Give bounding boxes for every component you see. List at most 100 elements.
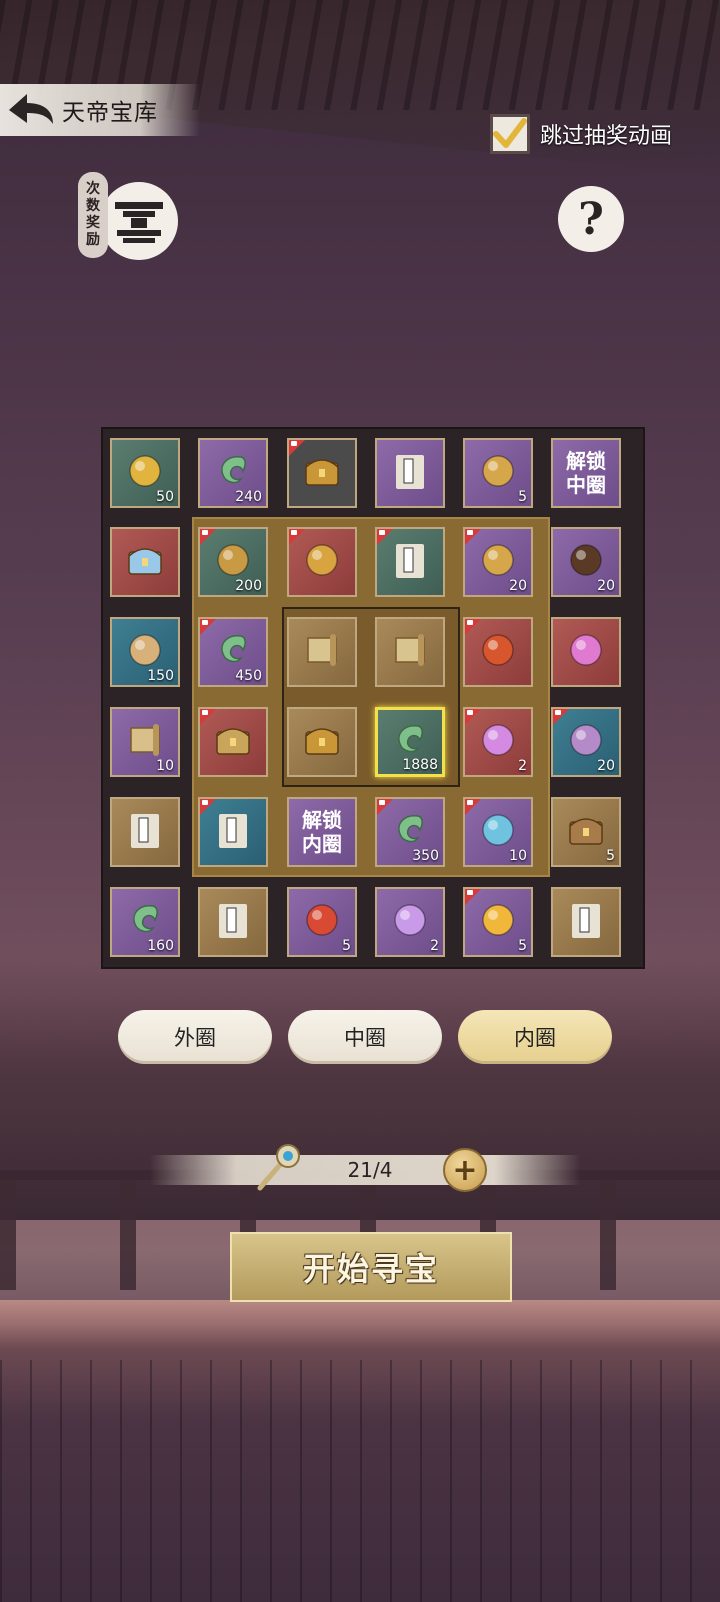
item-count: 5 [606,848,615,864]
middle-ring-reward-slot[interactable] [198,797,268,867]
inner-ring-reward-slot[interactable] [375,617,445,687]
lock-icon [289,529,305,545]
skip-checkbox[interactable] [490,114,530,154]
lock-icon [465,619,481,635]
item-count: 10 [156,758,174,774]
tab-outer-ring[interactable]: 外圈 [118,1010,272,1064]
book-icon [388,449,432,497]
book-icon [123,808,167,856]
outer-ring-reward-slot[interactable]: 5 [551,797,621,867]
book-icon [211,808,255,856]
help-button[interactable]: ? [558,186,624,252]
outer-ring-reward-slot[interactable]: 150 [110,617,180,687]
outer-ring-reward-slot[interactable] [551,617,621,687]
outer-ring-reward-slot[interactable] [198,887,268,957]
lock-icon [465,889,481,905]
item-count: 5 [518,938,527,954]
help-icon: ? [578,193,604,245]
middle-ring-reward-slot[interactable]: 20 [463,527,533,597]
tab-middle-ring[interactable]: 中圈 [288,1010,442,1064]
inner-ring-reward-slot[interactable]: 1888 [375,707,445,777]
item-count: 450 [235,668,262,684]
ring-tabs: 外圈 中圈 内圈 [118,1010,618,1066]
middle-ring-reward-slot[interactable] [287,527,357,597]
tab-inner-ring[interactable]: 内圈 [458,1010,612,1064]
item-count: 5 [342,938,351,954]
lock-icon [465,529,481,545]
outer-ring-reward-slot[interactable] [110,797,180,867]
unlock-ring-label: 解锁 中圈 [566,449,606,497]
middle-ring-reward-slot[interactable]: 450 [198,617,268,687]
item-count: 2 [430,938,439,954]
outer-ring-reward-slot[interactable]: 20 [551,707,621,777]
scroll-map-icon [300,628,344,676]
magic-chest-icon [123,538,167,586]
outer-ring-reward-slot[interactable]: 5 [287,887,357,957]
outer-ring-reward-slot[interactable]: 10 [110,707,180,777]
amulet-icon [476,449,520,497]
tab-label: 外圈 [174,1026,216,1050]
middle-ring-reward-slot[interactable]: 2 [463,707,533,777]
item-count: 1888 [402,757,438,773]
outer-ring-reward-slot[interactable]: 20 [551,527,621,597]
scroll-map-icon [388,628,432,676]
count-reward-circle[interactable] [100,182,178,260]
back-bar[interactable]: 天帝宝库 [0,84,200,136]
outer-ring-reward-slot[interactable] [287,438,357,508]
red-orb-icon [300,898,344,946]
outer-ring-reward-slot[interactable]: 5 [463,438,533,508]
treasure-key-icon [257,1144,300,1191]
count-reward-button[interactable]: 次 数 奖 励 [78,172,178,266]
tag-char: 励 [86,232,100,248]
middle-ring-reward-slot[interactable] [198,707,268,777]
lock-icon [553,709,569,725]
outer-ring-reward-slot[interactable]: 解锁 中圈 [551,438,621,508]
golden-flame-icon [476,898,520,946]
treasure-chest-icon [300,449,344,497]
red-lantern-icon [476,628,520,676]
item-count: 5 [518,489,527,505]
tag-char: 次 [86,181,100,197]
treasure-chest-icon [300,718,344,766]
key-count: 21/4 [347,1158,393,1182]
middle-ring-reward-slot[interactable]: 350 [375,797,445,867]
outer-ring-reward-slot[interactable]: 160 [110,887,180,957]
lock-icon [200,799,216,815]
unlock-ring-label: 解锁 内圈 [302,808,342,856]
butterfly-icon [388,898,432,946]
tab-label: 内圈 [514,1026,556,1050]
outer-ring-reward-slot[interactable]: 240 [198,438,268,508]
lock-icon [200,709,216,725]
item-count: 200 [235,578,262,594]
skip-animation-toggle[interactable]: 跳过抽奖动画 [490,114,672,154]
outer-ring-reward-slot[interactable]: 5 [463,887,533,957]
middle-ring-reward-slot[interactable]: 10 [463,797,533,867]
background-floor-planks [0,1360,720,1602]
book-icon [564,898,608,946]
item-count: 160 [147,938,174,954]
start-treasure-hunt-button[interactable]: 开始寻宝 [230,1232,512,1302]
middle-ring-reward-slot[interactable] [375,527,445,597]
add-keys-button[interactable]: + [443,1148,487,1192]
back-arrow-icon[interactable] [0,84,62,136]
count-reward-tag: 次 数 奖 励 [78,172,108,258]
page-title: 天帝宝库 [62,100,158,126]
outer-ring-reward-slot[interactable]: 50 [110,438,180,508]
reward-altar-icon [115,202,163,243]
middle-ring-reward-slot[interactable]: 200 [198,527,268,597]
lock-icon [289,440,305,456]
outer-ring-reward-slot[interactable]: 2 [375,887,445,957]
middle-ring-reward-slot[interactable]: 解锁 内圈 [287,797,357,867]
ornate-chest-icon [211,718,255,766]
wooden-chest-icon [564,808,608,856]
outer-ring-reward-slot[interactable] [375,438,445,508]
middle-ring-reward-slot[interactable] [463,617,533,687]
item-count: 20 [597,758,615,774]
inner-ring-reward-slot[interactable] [287,707,357,777]
book-icon [211,898,255,946]
inner-ring-reward-slot[interactable] [287,617,357,687]
lock-icon [377,799,393,815]
outer-ring-reward-slot[interactable] [110,527,180,597]
outer-ring-reward-slot[interactable] [551,887,621,957]
start-button-label: 开始寻宝 [302,1250,439,1288]
